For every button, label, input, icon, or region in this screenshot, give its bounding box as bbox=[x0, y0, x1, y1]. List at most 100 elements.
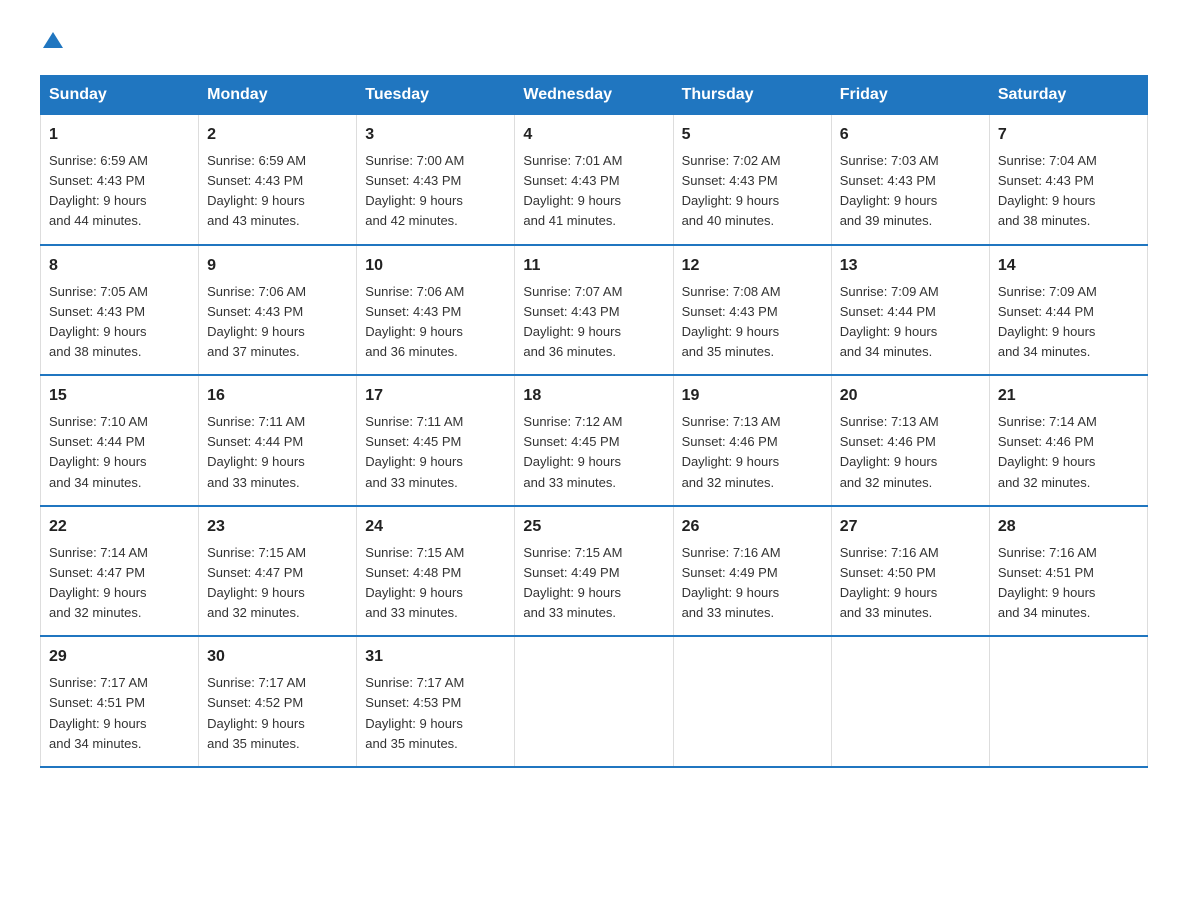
calendar-cell: 1 Sunrise: 6:59 AMSunset: 4:43 PMDayligh… bbox=[41, 115, 199, 245]
day-number: 22 bbox=[49, 515, 190, 539]
calendar-cell: 5 Sunrise: 7:02 AMSunset: 4:43 PMDayligh… bbox=[673, 115, 831, 245]
day-number: 17 bbox=[365, 384, 506, 408]
calendar-cell: 27 Sunrise: 7:16 AMSunset: 4:50 PMDaylig… bbox=[831, 506, 989, 637]
column-header-sunday: Sunday bbox=[41, 76, 199, 115]
day-info: Sunrise: 7:03 AMSunset: 4:43 PMDaylight:… bbox=[840, 153, 939, 228]
day-info: Sunrise: 7:01 AMSunset: 4:43 PMDaylight:… bbox=[523, 153, 622, 228]
column-header-saturday: Saturday bbox=[989, 76, 1147, 115]
calendar-cell: 6 Sunrise: 7:03 AMSunset: 4:43 PMDayligh… bbox=[831, 115, 989, 245]
day-info: Sunrise: 7:15 AMSunset: 4:48 PMDaylight:… bbox=[365, 545, 464, 620]
day-number: 30 bbox=[207, 645, 348, 669]
calendar-cell: 21 Sunrise: 7:14 AMSunset: 4:46 PMDaylig… bbox=[989, 375, 1147, 506]
day-number: 19 bbox=[682, 384, 823, 408]
day-number: 7 bbox=[998, 123, 1139, 147]
day-number: 18 bbox=[523, 384, 664, 408]
day-number: 12 bbox=[682, 254, 823, 278]
day-info: Sunrise: 7:07 AMSunset: 4:43 PMDaylight:… bbox=[523, 284, 622, 359]
logo-triangle-icon bbox=[42, 30, 64, 50]
day-info: Sunrise: 6:59 AMSunset: 4:43 PMDaylight:… bbox=[49, 153, 148, 228]
day-info: Sunrise: 7:16 AMSunset: 4:50 PMDaylight:… bbox=[840, 545, 939, 620]
day-number: 23 bbox=[207, 515, 348, 539]
calendar-cell: 22 Sunrise: 7:14 AMSunset: 4:47 PMDaylig… bbox=[41, 506, 199, 637]
day-info: Sunrise: 7:13 AMSunset: 4:46 PMDaylight:… bbox=[682, 414, 781, 489]
day-info: Sunrise: 7:14 AMSunset: 4:46 PMDaylight:… bbox=[998, 414, 1097, 489]
day-number: 10 bbox=[365, 254, 506, 278]
day-info: Sunrise: 7:16 AMSunset: 4:49 PMDaylight:… bbox=[682, 545, 781, 620]
day-number: 4 bbox=[523, 123, 664, 147]
day-number: 5 bbox=[682, 123, 823, 147]
week-row-3: 15 Sunrise: 7:10 AMSunset: 4:44 PMDaylig… bbox=[41, 375, 1148, 506]
calendar-cell: 31 Sunrise: 7:17 AMSunset: 4:53 PMDaylig… bbox=[357, 636, 515, 767]
calendar-cell: 17 Sunrise: 7:11 AMSunset: 4:45 PMDaylig… bbox=[357, 375, 515, 506]
day-number: 27 bbox=[840, 515, 981, 539]
column-header-friday: Friday bbox=[831, 76, 989, 115]
calendar-cell bbox=[989, 636, 1147, 767]
day-number: 31 bbox=[365, 645, 506, 669]
calendar-cell: 8 Sunrise: 7:05 AMSunset: 4:43 PMDayligh… bbox=[41, 245, 199, 376]
day-info: Sunrise: 7:08 AMSunset: 4:43 PMDaylight:… bbox=[682, 284, 781, 359]
page-header bbox=[40, 30, 1148, 55]
day-number: 15 bbox=[49, 384, 190, 408]
day-info: Sunrise: 7:17 AMSunset: 4:52 PMDaylight:… bbox=[207, 675, 306, 750]
day-number: 11 bbox=[523, 254, 664, 278]
calendar-cell: 18 Sunrise: 7:12 AMSunset: 4:45 PMDaylig… bbox=[515, 375, 673, 506]
day-info: Sunrise: 7:05 AMSunset: 4:43 PMDaylight:… bbox=[49, 284, 148, 359]
week-row-4: 22 Sunrise: 7:14 AMSunset: 4:47 PMDaylig… bbox=[41, 506, 1148, 637]
day-info: Sunrise: 7:17 AMSunset: 4:51 PMDaylight:… bbox=[49, 675, 148, 750]
day-info: Sunrise: 7:12 AMSunset: 4:45 PMDaylight:… bbox=[523, 414, 622, 489]
day-info: Sunrise: 7:04 AMSunset: 4:43 PMDaylight:… bbox=[998, 153, 1097, 228]
column-header-thursday: Thursday bbox=[673, 76, 831, 115]
day-number: 26 bbox=[682, 515, 823, 539]
day-info: Sunrise: 7:10 AMSunset: 4:44 PMDaylight:… bbox=[49, 414, 148, 489]
day-number: 8 bbox=[49, 254, 190, 278]
day-number: 28 bbox=[998, 515, 1139, 539]
day-info: Sunrise: 7:00 AMSunset: 4:43 PMDaylight:… bbox=[365, 153, 464, 228]
week-row-5: 29 Sunrise: 7:17 AMSunset: 4:51 PMDaylig… bbox=[41, 636, 1148, 767]
day-number: 6 bbox=[840, 123, 981, 147]
calendar-cell: 3 Sunrise: 7:00 AMSunset: 4:43 PMDayligh… bbox=[357, 115, 515, 245]
day-number: 21 bbox=[998, 384, 1139, 408]
day-info: Sunrise: 7:02 AMSunset: 4:43 PMDaylight:… bbox=[682, 153, 781, 228]
day-number: 9 bbox=[207, 254, 348, 278]
calendar-cell bbox=[673, 636, 831, 767]
calendar-cell: 19 Sunrise: 7:13 AMSunset: 4:46 PMDaylig… bbox=[673, 375, 831, 506]
day-info: Sunrise: 7:16 AMSunset: 4:51 PMDaylight:… bbox=[998, 545, 1097, 620]
calendar-cell bbox=[831, 636, 989, 767]
column-header-monday: Monday bbox=[199, 76, 357, 115]
calendar-cell: 4 Sunrise: 7:01 AMSunset: 4:43 PMDayligh… bbox=[515, 115, 673, 245]
calendar-cell: 16 Sunrise: 7:11 AMSunset: 4:44 PMDaylig… bbox=[199, 375, 357, 506]
day-number: 24 bbox=[365, 515, 506, 539]
calendar-cell: 7 Sunrise: 7:04 AMSunset: 4:43 PMDayligh… bbox=[989, 115, 1147, 245]
calendar-cell: 23 Sunrise: 7:15 AMSunset: 4:47 PMDaylig… bbox=[199, 506, 357, 637]
column-header-wednesday: Wednesday bbox=[515, 76, 673, 115]
calendar-cell bbox=[515, 636, 673, 767]
week-row-2: 8 Sunrise: 7:05 AMSunset: 4:43 PMDayligh… bbox=[41, 245, 1148, 376]
day-number: 20 bbox=[840, 384, 981, 408]
day-number: 16 bbox=[207, 384, 348, 408]
calendar-cell: 24 Sunrise: 7:15 AMSunset: 4:48 PMDaylig… bbox=[357, 506, 515, 637]
day-info: Sunrise: 6:59 AMSunset: 4:43 PMDaylight:… bbox=[207, 153, 306, 228]
calendar-cell: 2 Sunrise: 6:59 AMSunset: 4:43 PMDayligh… bbox=[199, 115, 357, 245]
day-info: Sunrise: 7:11 AMSunset: 4:44 PMDaylight:… bbox=[207, 414, 305, 489]
logo bbox=[40, 30, 64, 55]
calendar-cell: 11 Sunrise: 7:07 AMSunset: 4:43 PMDaylig… bbox=[515, 245, 673, 376]
day-info: Sunrise: 7:17 AMSunset: 4:53 PMDaylight:… bbox=[365, 675, 464, 750]
calendar-cell: 20 Sunrise: 7:13 AMSunset: 4:46 PMDaylig… bbox=[831, 375, 989, 506]
calendar-cell: 12 Sunrise: 7:08 AMSunset: 4:43 PMDaylig… bbox=[673, 245, 831, 376]
day-info: Sunrise: 7:13 AMSunset: 4:46 PMDaylight:… bbox=[840, 414, 939, 489]
day-info: Sunrise: 7:15 AMSunset: 4:49 PMDaylight:… bbox=[523, 545, 622, 620]
calendar-cell: 25 Sunrise: 7:15 AMSunset: 4:49 PMDaylig… bbox=[515, 506, 673, 637]
calendar-cell: 13 Sunrise: 7:09 AMSunset: 4:44 PMDaylig… bbox=[831, 245, 989, 376]
day-info: Sunrise: 7:06 AMSunset: 4:43 PMDaylight:… bbox=[365, 284, 464, 359]
calendar-cell: 30 Sunrise: 7:17 AMSunset: 4:52 PMDaylig… bbox=[199, 636, 357, 767]
day-number: 2 bbox=[207, 123, 348, 147]
day-info: Sunrise: 7:06 AMSunset: 4:43 PMDaylight:… bbox=[207, 284, 306, 359]
week-row-1: 1 Sunrise: 6:59 AMSunset: 4:43 PMDayligh… bbox=[41, 115, 1148, 245]
calendar-cell: 15 Sunrise: 7:10 AMSunset: 4:44 PMDaylig… bbox=[41, 375, 199, 506]
day-info: Sunrise: 7:11 AMSunset: 4:45 PMDaylight:… bbox=[365, 414, 463, 489]
column-header-tuesday: Tuesday bbox=[357, 76, 515, 115]
day-info: Sunrise: 7:15 AMSunset: 4:47 PMDaylight:… bbox=[207, 545, 306, 620]
header-row: SundayMondayTuesdayWednesdayThursdayFrid… bbox=[41, 76, 1148, 115]
calendar-cell: 28 Sunrise: 7:16 AMSunset: 4:51 PMDaylig… bbox=[989, 506, 1147, 637]
day-number: 13 bbox=[840, 254, 981, 278]
